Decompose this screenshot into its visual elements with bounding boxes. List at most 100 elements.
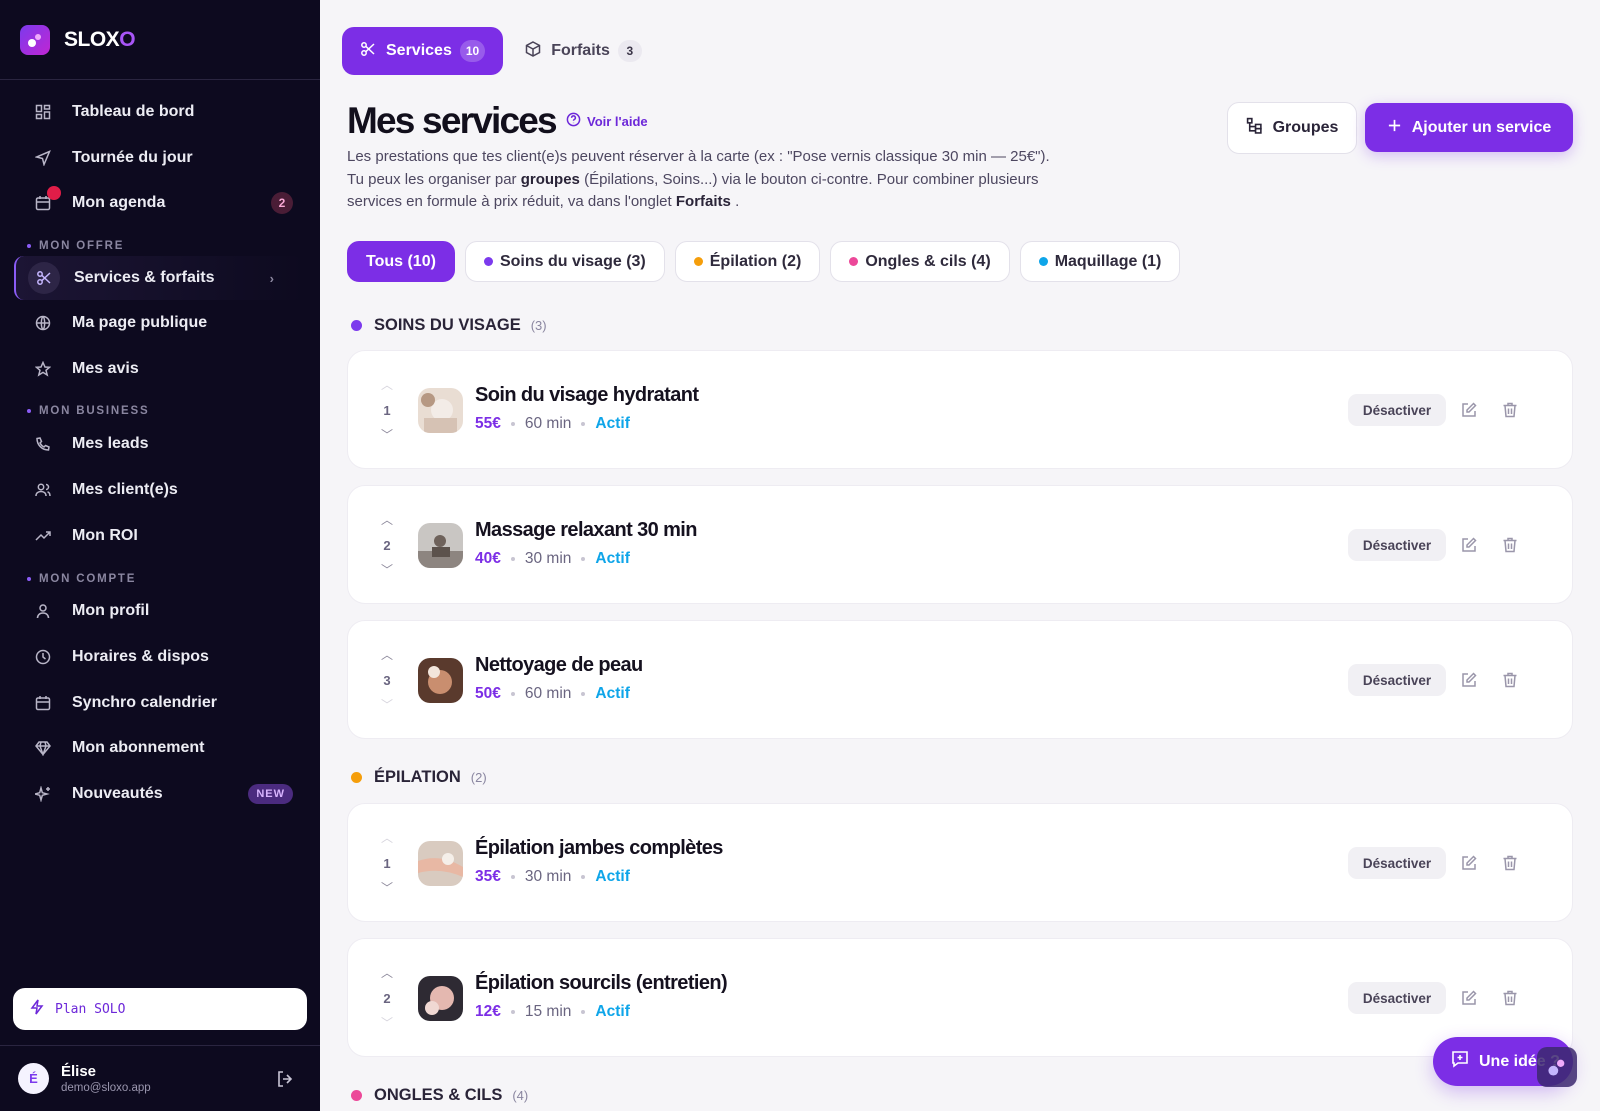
dashboard-icon — [34, 103, 52, 121]
service-meta: 40€ 30 min Actif — [475, 550, 630, 568]
sidebar-item-nouveautes[interactable]: Nouveautés NEW — [0, 771, 320, 817]
service-card: ︿ 3 ﹀ Nettoyage de peau 50€ 60 min Actif… — [347, 620, 1573, 739]
chat-widget-icon[interactable] — [1537, 1047, 1577, 1087]
filter-epilation[interactable]: Épilation (2) — [674, 241, 821, 282]
sidebar-item-avis[interactable]: Mes avis — [0, 346, 320, 392]
message-plus-icon — [1451, 1050, 1469, 1073]
move-down-icon[interactable]: ﹀ — [381, 1017, 393, 1029]
globe-icon — [34, 314, 52, 332]
service-duration: 15 min — [524, 1003, 572, 1020]
move-up-icon[interactable]: ︿ — [381, 967, 393, 979]
sidebar-item-label: Horaires & dispos — [72, 648, 209, 666]
group-header-soins-visage: SOINS DU VISAGE (3) — [351, 316, 547, 335]
sidebar-item-agenda[interactable]: Mon agenda 2 — [0, 180, 320, 226]
edit-icon[interactable] — [1458, 987, 1480, 1009]
filter-ongles-cils[interactable]: Ongles & cils (4) — [830, 241, 1010, 282]
tab-label: Forfaits — [551, 42, 610, 59]
sidebar-item-label: Tableau de bord — [72, 102, 195, 120]
brand[interactable]: SLOXO — [0, 0, 320, 80]
groups-button[interactable]: Groupes — [1227, 102, 1357, 154]
tab-forfaits[interactable]: Forfaits 3 — [507, 27, 660, 75]
page-description: Les prestations que tes client(e)s peuve… — [347, 148, 1050, 210]
deactivate-button[interactable]: Désactiver — [1348, 664, 1446, 696]
move-down-icon[interactable]: ﹀ — [381, 699, 393, 711]
group-name: ONGLES & CILS — [374, 1086, 503, 1104]
deactivate-button[interactable]: Désactiver — [1348, 529, 1446, 561]
package-icon — [525, 40, 541, 62]
user-icon — [34, 602, 52, 620]
add-service-button[interactable]: Ajouter un service — [1365, 103, 1573, 152]
service-status: Actif — [595, 550, 630, 567]
user-name: Élise — [61, 1063, 97, 1080]
scissors-icon — [360, 41, 376, 62]
reorder-control: ︿ 1 ﹀ — [378, 379, 396, 441]
deactivate-button[interactable]: Désactiver — [1348, 394, 1446, 426]
tab-count: 10 — [459, 40, 486, 62]
calendar-sync-icon — [34, 694, 52, 712]
edit-icon[interactable] — [1458, 669, 1480, 691]
help-link[interactable]: Voir l'aide — [566, 112, 648, 130]
sidebar-item-roi[interactable]: Mon ROI — [0, 513, 320, 559]
page-title: Mes services — [347, 100, 558, 141]
filter-soins-visage[interactable]: Soins du visage (3) — [464, 241, 665, 282]
logout-icon[interactable] — [276, 1070, 294, 1093]
add-service-label: Ajouter un service — [1411, 118, 1552, 136]
user-email: demo@sloxo.app — [61, 1082, 151, 1094]
service-price: 40€ — [475, 550, 501, 567]
sidebar-item-profil[interactable]: Mon profil — [0, 589, 320, 635]
edit-icon[interactable] — [1458, 534, 1480, 556]
sidebar-item-tournee[interactable]: Tournée du jour — [0, 135, 320, 181]
star-icon — [34, 360, 52, 378]
service-price: 50€ — [475, 685, 501, 702]
plan-button[interactable]: Plan SOLO — [13, 988, 307, 1030]
filter-maquillage[interactable]: Maquillage (1) — [1019, 241, 1181, 282]
sidebar-item-clients[interactable]: Mes client(e)s — [0, 467, 320, 513]
group-header-ongles-cils: ONGLES & CILS (4) — [351, 1086, 528, 1105]
help-circle-icon — [566, 112, 581, 130]
sidebar-item-abonnement[interactable]: Mon abonnement — [0, 726, 320, 772]
service-meta: 50€ 60 min Actif — [475, 685, 630, 703]
trash-icon[interactable] — [1499, 399, 1521, 421]
order-number: 1 — [383, 855, 391, 871]
trash-icon[interactable] — [1499, 669, 1521, 691]
order-number: 3 — [383, 672, 391, 688]
move-down-icon[interactable]: ﹀ — [381, 564, 393, 576]
sidebar-item-services[interactable]: Services & forfaits › — [14, 256, 304, 301]
filter-all[interactable]: Tous (10) — [347, 241, 455, 282]
trash-icon[interactable] — [1499, 534, 1521, 556]
tab-count: 3 — [617, 40, 642, 62]
trash-icon[interactable] — [1499, 987, 1521, 1009]
sidebar-item-page-publique[interactable]: Ma page publique — [0, 300, 320, 346]
edit-icon[interactable] — [1458, 852, 1480, 874]
top-tabs: Services 10 Forfaits 3 — [342, 27, 660, 75]
service-duration: 30 min — [524, 868, 572, 885]
group-name: SOINS DU VISAGE — [374, 316, 521, 334]
sidebar-item-synchro[interactable]: Synchro calendrier — [0, 680, 320, 726]
service-thumbnail — [418, 841, 463, 886]
tab-services[interactable]: Services 10 — [342, 27, 504, 75]
sidebar-item-leads[interactable]: Mes leads — [0, 421, 320, 467]
deactivate-button[interactable]: Désactiver — [1348, 847, 1446, 879]
sidebar-item-label: Mes avis — [72, 359, 139, 377]
move-up-icon[interactable]: ︿ — [381, 649, 393, 661]
service-duration: 30 min — [524, 550, 572, 567]
sidebar-item-horaires[interactable]: Horaires & dispos — [0, 634, 320, 680]
avatar[interactable]: É — [18, 1063, 49, 1094]
service-meta: 12€ 15 min Actif — [475, 1003, 630, 1021]
sidebar-item-label: Tournée du jour — [72, 148, 193, 166]
move-up-icon[interactable]: ︿ — [381, 514, 393, 526]
groups-icon — [1246, 117, 1263, 139]
move-up-icon[interactable]: ︿ — [381, 379, 393, 391]
sidebar-item-dashboard[interactable]: Tableau de bord — [0, 89, 320, 135]
service-status: Actif — [595, 868, 630, 885]
edit-icon[interactable] — [1458, 399, 1480, 421]
move-down-icon[interactable]: ﹀ — [381, 882, 393, 894]
order-number: 1 — [383, 402, 391, 418]
move-up-icon[interactable]: ︿ — [381, 832, 393, 844]
trash-icon[interactable] — [1499, 852, 1521, 874]
color-dot — [849, 257, 859, 266]
deactivate-button[interactable]: Désactiver — [1348, 982, 1446, 1014]
trending-up-icon — [34, 527, 52, 545]
tab-label: Services — [386, 42, 452, 59]
move-down-icon[interactable]: ﹀ — [381, 429, 393, 441]
